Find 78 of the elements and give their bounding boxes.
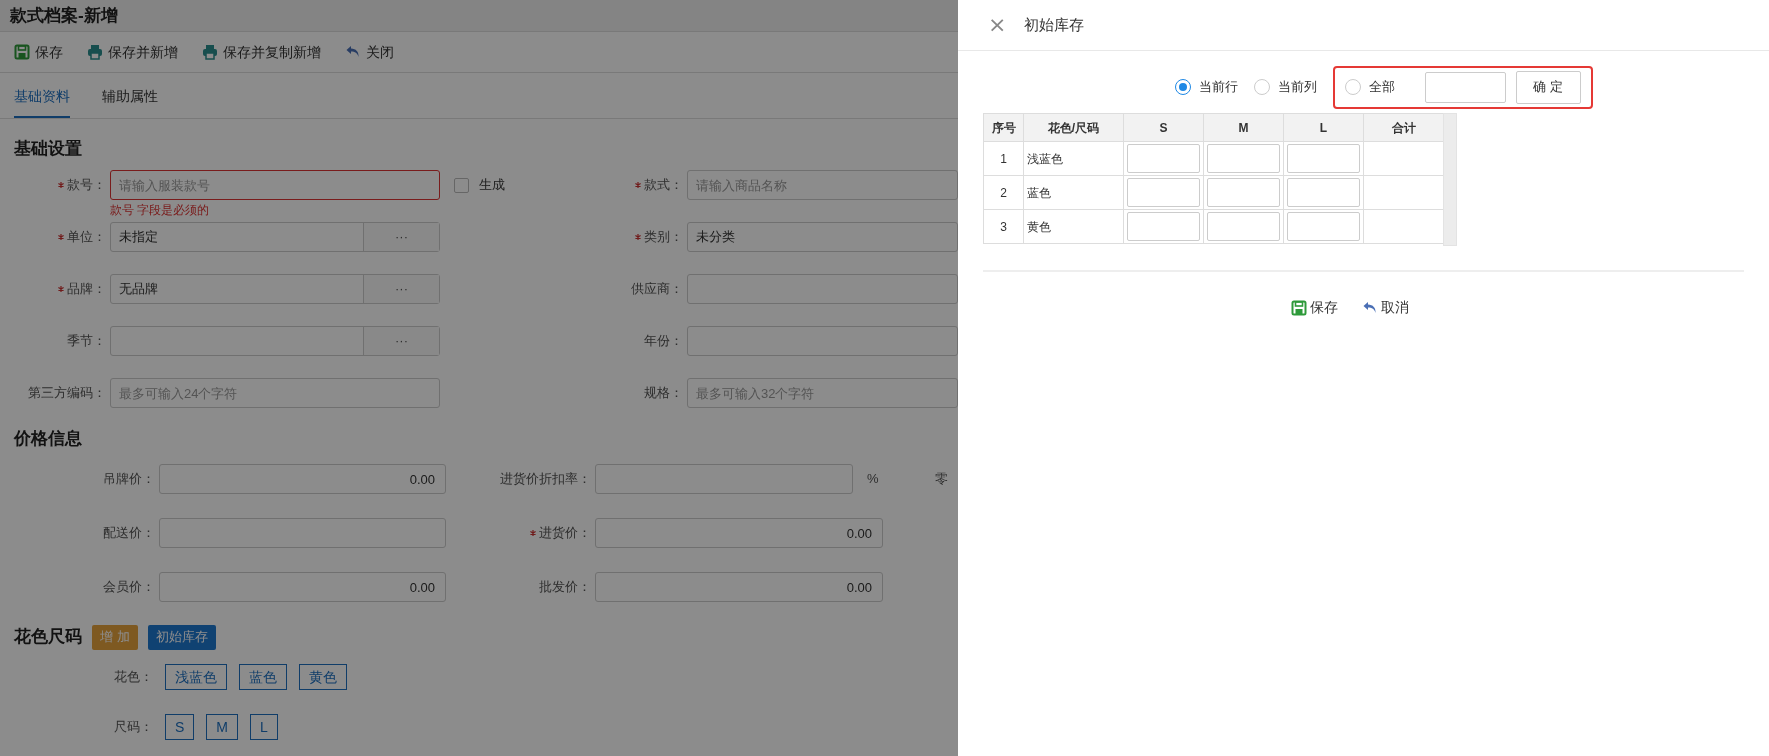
radio-option[interactable]: 当前列 [1253,77,1317,97]
input-field[interactable] [1127,212,1200,241]
input-field[interactable] [1127,178,1200,207]
drawer-title: 初始库存 [1024,14,1085,35]
field-label: 尺码： [114,718,153,737]
input-field[interactable] [1424,71,1506,103]
printer-icon [202,44,218,60]
field-label: 进货价： [539,524,591,543]
input-field[interactable]: 0.00 [159,572,446,602]
table-cell: 3 [983,209,1024,244]
input-field[interactable] [687,326,958,356]
field-label: 供应商： [631,280,683,299]
toolbar-button[interactable]: 保存 [14,41,63,63]
error-message: 款号 字段是必须的 [110,202,211,218]
input-field[interactable] [159,518,446,548]
section-title: 价格信息 [14,428,82,451]
radio-option[interactable]: 当前行 [1174,77,1238,97]
input-field[interactable]: 0.00 [159,464,446,494]
field-label: 品牌： [67,280,106,299]
input-field[interactable]: 0.00 [595,572,883,602]
tag-button[interactable]: 蓝色 [239,664,287,690]
tag-button[interactable]: 浅蓝色 [165,664,227,690]
input-field[interactable] [1287,212,1360,241]
close-button[interactable]: × [988,14,1007,36]
tag-button[interactable]: M [206,714,238,740]
section-title: 花色尺码 [14,626,82,649]
picker-field[interactable]: ··· [110,326,440,356]
field-label: 花色： [114,668,153,687]
tag-button[interactable]: 黄色 [299,664,347,690]
input-field[interactable] [687,274,958,304]
tag-button[interactable]: L [250,714,278,740]
input-field[interactable]: 未分类 [687,222,958,252]
input-field[interactable] [1127,144,1200,173]
input-field[interactable] [1207,144,1280,173]
section-title: 基础设置 [14,138,82,161]
picker-field[interactable]: 无品牌 ··· [110,274,440,304]
ellipsis-button[interactable]: ··· [363,327,439,355]
field-label: 单位： [67,228,106,247]
input-field[interactable] [1207,212,1280,241]
toolbar-button[interactable]: 关闭 [345,41,394,63]
field-label: 会员价： [103,578,155,597]
field-label: 季节： [67,332,106,351]
ellipsis-button[interactable]: ··· [363,275,439,303]
checkbox[interactable]: 生成 [454,175,505,195]
input-field[interactable] [1207,178,1280,207]
printer-icon [87,44,103,60]
field-label: 批发价： [539,578,591,597]
field-label: 吊牌价： [103,470,155,489]
input-field[interactable] [595,464,853,494]
field-label: 规格： [644,384,683,403]
ellipsis-button[interactable]: ··· [363,223,439,251]
input-field[interactable] [1287,178,1360,207]
field-label: 第三方编码： [28,384,106,403]
unit-label: % [867,470,879,489]
field-label: 年份： [644,332,683,351]
picker-field[interactable]: 未指定 ··· [110,222,440,252]
input-field[interactable]: 0.00 [595,518,883,548]
field-label: 配送价： [103,524,155,543]
field-label: 款号： [67,176,106,195]
input-field[interactable] [1287,144,1360,173]
page-title: 款式档案-新增 [0,0,958,32]
field-label: 进货价折扣率： [500,470,591,489]
confirm-button[interactable]: 确 定 [1515,70,1581,104]
radio-option[interactable]: 全部 [1344,77,1395,97]
toolbar-button[interactable]: 保存并复制新增 [202,41,321,63]
toolbar-button[interactable]: 保存并新增 [87,41,178,63]
tab[interactable]: 基础资料 [14,73,70,118]
footer-button[interactable]: 取消 [1361,297,1409,318]
field-label: 款式： [644,176,683,195]
field-label: 零 [935,470,948,489]
field-label: 类别： [644,228,683,247]
footer-button[interactable]: 保存 [1290,297,1338,318]
column-header: 序号 [983,113,1024,142]
save-icon [1290,299,1307,316]
action-button[interactable]: 初始库存 [147,624,216,650]
tag-button[interactable]: S [165,714,195,740]
tab[interactable]: 辅助属性 [102,73,158,118]
save-icon [14,44,30,60]
